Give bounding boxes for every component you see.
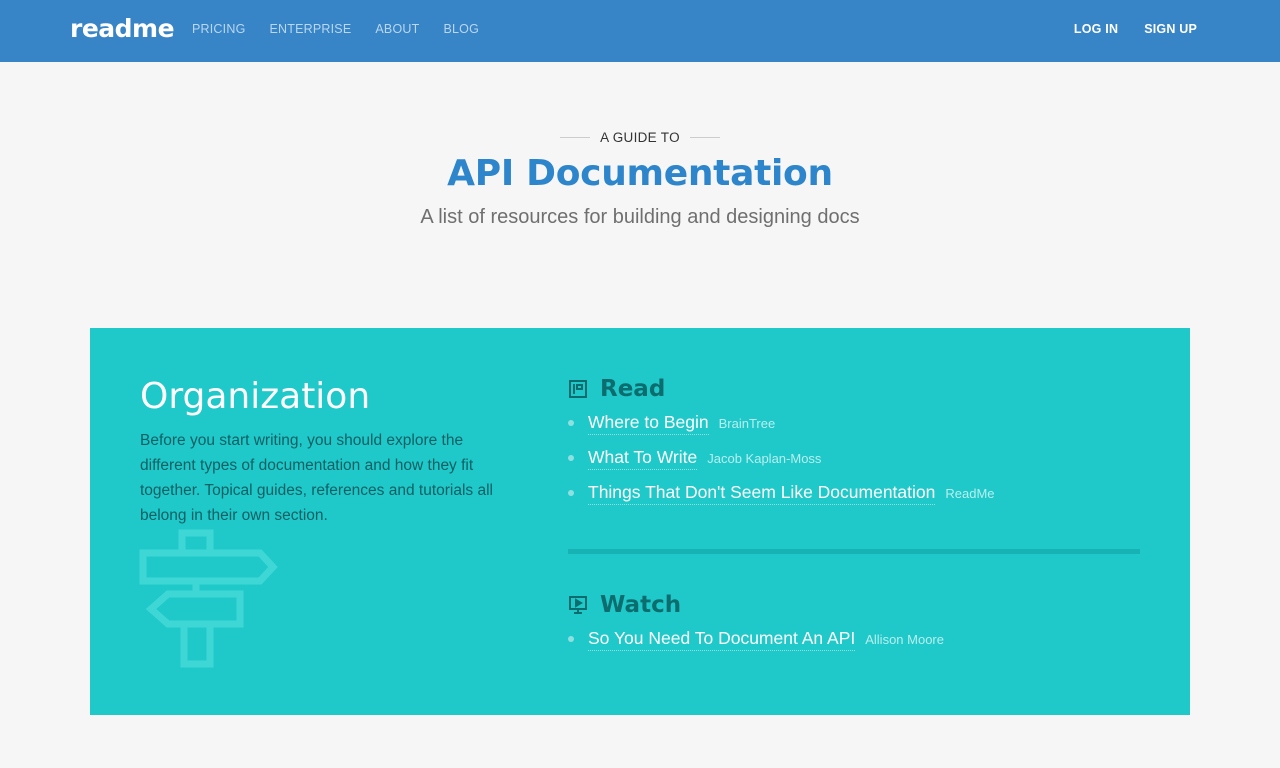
read-heading: Read [600, 376, 666, 402]
organization-title: Organization [140, 376, 371, 417]
auth-links: LOG IN SIGN UP [1048, 22, 1197, 36]
list-item: Where to Begin BrainTree [568, 412, 1140, 447]
readme-logo[interactable]: readme [70, 14, 175, 43]
page-title: API Documentation [447, 153, 833, 194]
resource-author: Allison Moore [865, 632, 944, 647]
nav-enterprise-link[interactable]: ENTERPRISE [270, 22, 352, 36]
login-link[interactable]: LOG IN [1074, 22, 1118, 36]
list-item: Things That Don't Seem Like Documentatio… [568, 482, 1140, 517]
resource-author: BrainTree [718, 416, 776, 431]
eyebrow-left-rule [560, 137, 591, 138]
watch-heading-row: Watch [568, 592, 1140, 618]
resource-author: ReadMe [945, 486, 995, 501]
video-screen-icon [569, 596, 587, 614]
section-divider [568, 549, 1140, 554]
signup-link[interactable]: SIGN UP [1144, 22, 1197, 36]
read-heading-row: Read [568, 376, 1140, 402]
nav-blog-link[interactable]: BLOG [443, 22, 479, 36]
list-item: So You Need To Document An API Allison M… [568, 628, 1140, 663]
resource-link[interactable]: Where to Begin [588, 412, 709, 435]
read-section: Read Where to Begin BrainTree What To Wr… [568, 376, 1140, 517]
organization-description: Before you start writing, you should exp… [140, 432, 493, 524]
nav-pricing-link[interactable]: PRICING [192, 22, 246, 36]
resource-link[interactable]: What To Write [588, 447, 698, 470]
book-icon [569, 380, 587, 398]
top-navigation-bar: readme PRICING ENTERPRISE ABOUT BLOG LOG… [0, 0, 1280, 62]
watch-section: Watch So You Need To Document An API All… [568, 592, 1140, 663]
main-nav: PRICING ENTERPRISE ABOUT BLOG [192, 22, 503, 36]
watch-heading: Watch [600, 592, 682, 618]
hero-section: A GUIDE TO API Documentation A list of r… [0, 130, 1280, 229]
eyebrow-right-rule [689, 137, 720, 138]
resource-link[interactable]: So You Need To Document An API [588, 628, 856, 651]
read-list: Where to Begin BrainTree What To Write J… [568, 412, 1140, 517]
nav-about-link[interactable]: ABOUT [375, 22, 419, 36]
watch-list: So You Need To Document An API Allison M… [568, 628, 1140, 663]
signpost-icon [139, 529, 278, 668]
guide-eyebrow: A GUIDE TO [0, 130, 1280, 145]
resource-link[interactable]: Things That Don't Seem Like Documentatio… [588, 482, 936, 505]
organization-panel: Organization Before you start writing, y… [90, 328, 1190, 715]
resource-author: Jacob Kaplan-Moss [707, 451, 822, 466]
list-item: What To Write Jacob Kaplan-Moss [568, 447, 1140, 482]
page-subtitle: A list of resources for building and des… [420, 206, 860, 228]
eyebrow-text: A GUIDE TO [600, 130, 680, 145]
